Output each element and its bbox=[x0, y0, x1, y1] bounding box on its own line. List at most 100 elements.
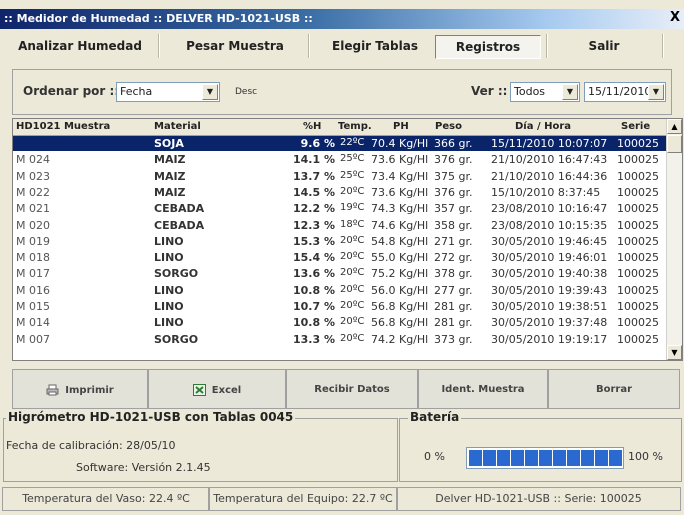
delete-button[interactable]: Borrar bbox=[548, 369, 680, 409]
cell-temp: 20ºC bbox=[340, 332, 365, 344]
cell-ph: 54.8 Kg/Hl bbox=[371, 234, 429, 248]
cell-id: M 018 bbox=[16, 251, 50, 265]
cell-id: M 023 bbox=[16, 169, 50, 183]
battery-segment bbox=[469, 450, 482, 466]
battery-segment bbox=[511, 450, 524, 466]
receive-data-button[interactable]: Recibir Datos bbox=[286, 369, 418, 409]
cell-peso: 272 gr. bbox=[434, 251, 473, 265]
cell-ph: 55.0 Kg/Hl bbox=[371, 251, 429, 265]
vertical-scrollbar[interactable]: ▲ ▼ bbox=[666, 119, 682, 360]
col-temp[interactable]: Temp. bbox=[338, 121, 372, 132]
menu-pesar-muestra[interactable]: Pesar Muestra bbox=[172, 30, 298, 62]
col-ph[interactable]: PH bbox=[393, 121, 409, 132]
table-row[interactable]: M 022 MAIZ 14.5 % 20ºC 73.6 Kg/Hl 376 gr. 15/1… bbox=[13, 185, 666, 200]
cell-temp: 20ºC bbox=[340, 185, 365, 197]
chevron-down-icon[interactable]: ▼ bbox=[562, 84, 578, 100]
col-peso[interactable]: Peso bbox=[435, 121, 462, 132]
cell-h: 9.6 % bbox=[300, 137, 335, 150]
view-select[interactable]: Todos ▼ bbox=[510, 82, 580, 102]
scroll-down-icon[interactable]: ▼ bbox=[667, 345, 682, 360]
cell-ph: 73.6 Kg/Hl bbox=[371, 185, 429, 199]
table-row[interactable]: M 021 CEBADA 12.2 % 19ºC 74.3 Kg/Hl 357 gr. 23… bbox=[13, 201, 666, 216]
print-button[interactable]: Imprimir bbox=[12, 369, 148, 409]
cell-material: CEBADA bbox=[154, 218, 205, 232]
status-bar: Temperatura del Vaso: 22.4 ºC Temperatur… bbox=[2, 487, 682, 511]
cell-serie: 100025 bbox=[617, 169, 659, 183]
table-row[interactable]: M 015 LINO 10.7 % 20ºC 56.8 Kg/Hl 281 gr. 30/0… bbox=[13, 299, 666, 314]
print-button-label: Imprimir bbox=[65, 385, 114, 396]
desc-checkbox-label[interactable]: Desc bbox=[235, 87, 257, 97]
menu-analizar-humedad[interactable]: Analizar Humedad bbox=[10, 30, 150, 62]
cell-peso: 281 gr. bbox=[434, 316, 473, 330]
cell-material: CEBADA bbox=[154, 202, 205, 216]
table-row[interactable]: M 014 LINO 10.8 % 20ºC 56.8 Kg/Hl 281 gr. 30/0… bbox=[13, 315, 666, 330]
col-muestra[interactable]: HD1021 Muestra bbox=[16, 121, 110, 132]
cell-fecha: 21/10/2010 16:44:36 bbox=[491, 169, 608, 183]
cell-peso: 277 gr. bbox=[434, 283, 473, 297]
cell-fecha: 23/08/2010 10:16:47 bbox=[491, 202, 608, 216]
table-row[interactable]: M 019 LINO 15.3 % 20ºC 54.8 Kg/Hl 271 gr. 30/0… bbox=[13, 234, 666, 249]
cell-id: M 007 bbox=[16, 332, 50, 346]
close-button[interactable]: X bbox=[670, 10, 680, 25]
excel-button[interactable]: Excel bbox=[148, 369, 286, 409]
cell-ph: 74.6 Kg/Hl bbox=[371, 218, 429, 232]
cell-id: M 019 bbox=[16, 234, 50, 248]
cell-serie: 100025 bbox=[617, 202, 659, 216]
menu-salir[interactable]: Salir bbox=[554, 30, 654, 62]
col-humedad[interactable]: %H bbox=[303, 121, 321, 132]
cell-h: 13.6 % bbox=[293, 267, 335, 281]
table-row[interactable]: M 020 CEBADA 12.3 % 18ºC 74.6 Kg/Hl 358 gr. 23… bbox=[13, 218, 666, 233]
cell-h: 10.8 % bbox=[293, 283, 335, 297]
table-row[interactable]: M 018 LINO 15.4 % 20ºC 55.0 Kg/Hl 272 gr. 30/0… bbox=[13, 250, 666, 265]
chevron-down-icon[interactable]: ▼ bbox=[202, 84, 218, 100]
menu-elegir-tablas[interactable]: Elegir Tablas bbox=[320, 30, 430, 62]
scroll-thumb[interactable] bbox=[667, 135, 682, 153]
cell-id: M 020 bbox=[16, 218, 50, 232]
cell-ph: 56.0 Kg/Hl bbox=[371, 283, 429, 297]
table-row[interactable]: M 017 SORGO 13.6 % 20ºC 75.2 Kg/Hl 378 gr. 30/… bbox=[13, 266, 666, 281]
cell-peso: 358 gr. bbox=[434, 218, 473, 232]
cell-temp: 20ºC bbox=[340, 234, 365, 246]
battery-segment bbox=[525, 450, 538, 466]
cell-material: LINO bbox=[154, 283, 184, 297]
cell-material: MAIZ bbox=[154, 185, 186, 199]
table-row[interactable]: M 007 SORGO 13.3 % 20ºC 74.2 Kg/Hl 373 gr. 30/… bbox=[13, 332, 666, 347]
order-select[interactable]: Fecha ▼ bbox=[116, 82, 220, 102]
app-window: :: Medidor de Humedad :: DELVER HD-1021-… bbox=[0, 0, 684, 515]
cell-ph: 74.3 Kg/Hl bbox=[371, 202, 429, 216]
cell-temp: 19ºC bbox=[340, 202, 365, 214]
cell-ph: 56.8 Kg/Hl bbox=[371, 300, 429, 313]
col-serie[interactable]: Serie bbox=[621, 121, 650, 132]
col-dia-hora[interactable]: Día / Hora bbox=[515, 121, 571, 132]
battery-min-label: 0 % bbox=[424, 450, 445, 463]
cell-peso: 281 gr. bbox=[434, 300, 473, 313]
cell-id: M 015 bbox=[16, 300, 50, 313]
battery-segment bbox=[497, 450, 510, 466]
chevron-down-icon[interactable]: ▼ bbox=[648, 84, 664, 100]
records-table[interactable]: HD1021 Muestra Material %H Temp. PH Peso… bbox=[12, 118, 683, 361]
cell-h: 10.7 % bbox=[293, 300, 335, 313]
cell-h: 10.8 % bbox=[293, 316, 335, 330]
table-row[interactable]: M 024 MAIZ 14.1 % 25ºC 73.6 Kg/Hl 376 gr. 21/1… bbox=[13, 152, 666, 167]
cell-temp: 20ºC bbox=[340, 316, 365, 328]
battery-segment bbox=[483, 450, 496, 466]
cell-serie: 100025 bbox=[617, 267, 659, 281]
cell-fecha: 30/05/2010 19:46:45 bbox=[491, 234, 608, 248]
table-row[interactable]: M 016 LINO 10.8 % 20ºC 56.0 Kg/Hl 277 gr. 30/0… bbox=[13, 283, 666, 298]
device-info-group: Higrómetro HD-1021-USB con Tablas 0045 F… bbox=[3, 410, 398, 482]
menu-registros[interactable]: Registros bbox=[435, 35, 541, 59]
cell-h: 15.3 % bbox=[293, 234, 335, 248]
table-row-selected[interactable]: SOJA 9.6 % 22ºC 70.4 Kg/Hl 366 gr. 15/11/2010… bbox=[13, 136, 666, 151]
cell-fecha: 30/05/2010 19:38:51 bbox=[491, 300, 608, 313]
scroll-up-icon[interactable]: ▲ bbox=[667, 119, 682, 134]
col-material[interactable]: Material bbox=[154, 121, 201, 132]
date-select[interactable]: 15/11/2010 ▼ bbox=[584, 82, 666, 102]
cell-fecha: 30/05/2010 19:39:43 bbox=[491, 283, 608, 297]
cell-material: MAIZ bbox=[154, 153, 186, 167]
table-row[interactable]: M 023 MAIZ 13.7 % 25ºC 73.4 Kg/Hl 375 gr. 21/1… bbox=[13, 169, 666, 184]
printer-icon bbox=[46, 384, 59, 396]
cell-h: 12.3 % bbox=[293, 218, 335, 232]
ident-sample-button[interactable]: Ident. Muestra bbox=[418, 369, 548, 409]
action-buttons: Imprimir Excel Recibir Datos Ident. Mues… bbox=[12, 369, 680, 409]
cell-temp: 20ºC bbox=[340, 300, 365, 311]
